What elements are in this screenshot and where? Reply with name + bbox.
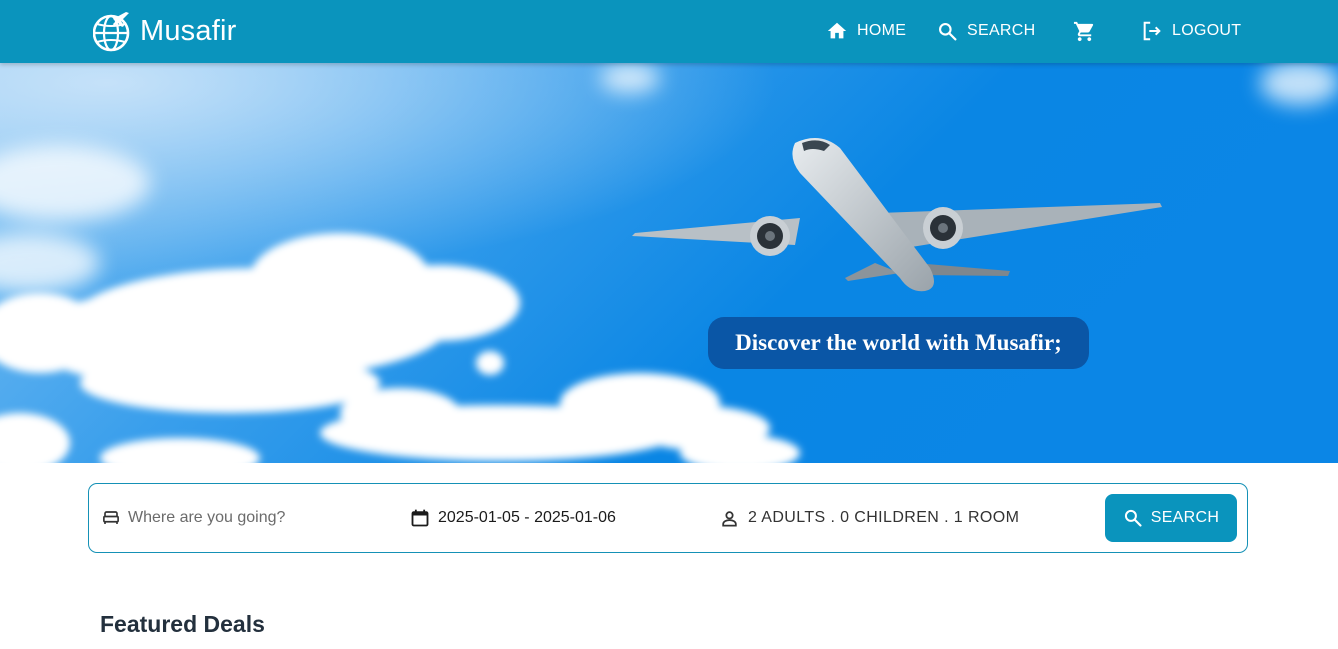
nav-logout-label: LOGOUT: [1172, 22, 1242, 39]
top-navbar: Musafir HOME SEARCH LOGOUT: [0, 0, 1338, 63]
logout-icon: [1143, 21, 1161, 41]
search-submit-button[interactable]: SEARCH: [1105, 494, 1237, 542]
search-icon: [1124, 509, 1142, 527]
guests-field[interactable]: 2 ADULTS . 0 CHILDREN . 1 ROOM: [720, 484, 1019, 552]
cart-icon: [1073, 21, 1094, 41]
date-range-field[interactable]: 2025-01-05 - 2025-01-06: [410, 484, 616, 552]
globe-plane-icon: [93, 12, 130, 52]
nav-cart-link[interactable]: [1073, 14, 1096, 48]
hero-tagline: Discover the world with Musafir;: [708, 317, 1089, 369]
nav-home-link[interactable]: HOME: [826, 14, 906, 48]
guests-value: 2 ADULTS . 0 CHILDREN . 1 ROOM: [748, 509, 1020, 526]
brand-link[interactable]: Musafir: [93, 10, 236, 52]
nav-logout-link[interactable]: LOGOUT: [1141, 14, 1241, 48]
search-icon: [939, 22, 957, 41]
home-icon: [827, 22, 847, 39]
date-range-value: 2025-01-05 - 2025-01-06: [438, 509, 616, 526]
nav-search-link[interactable]: SEARCH: [937, 14, 1035, 48]
person-icon: [722, 510, 737, 526]
search-button-label: SEARCH: [1150, 509, 1220, 526]
nav-home-label: HOME: [857, 22, 907, 39]
brand-name: Musafir: [140, 14, 237, 47]
hero-sky-image: [0, 63, 1338, 463]
bed-icon: [103, 511, 119, 524]
calendar-icon: [411, 509, 429, 527]
nav-search-label: SEARCH: [967, 22, 1036, 39]
featured-deals-heading: Featured Deals: [100, 611, 265, 637]
hero-banner: Discover the world with Musafir;: [0, 63, 1338, 463]
destination-input[interactable]: [128, 509, 378, 527]
hotel-search-bar: 2025-01-05 - 2025-01-06 2 ADULTS . 0 CHI…: [88, 483, 1248, 553]
destination-field[interactable]: [102, 484, 392, 552]
